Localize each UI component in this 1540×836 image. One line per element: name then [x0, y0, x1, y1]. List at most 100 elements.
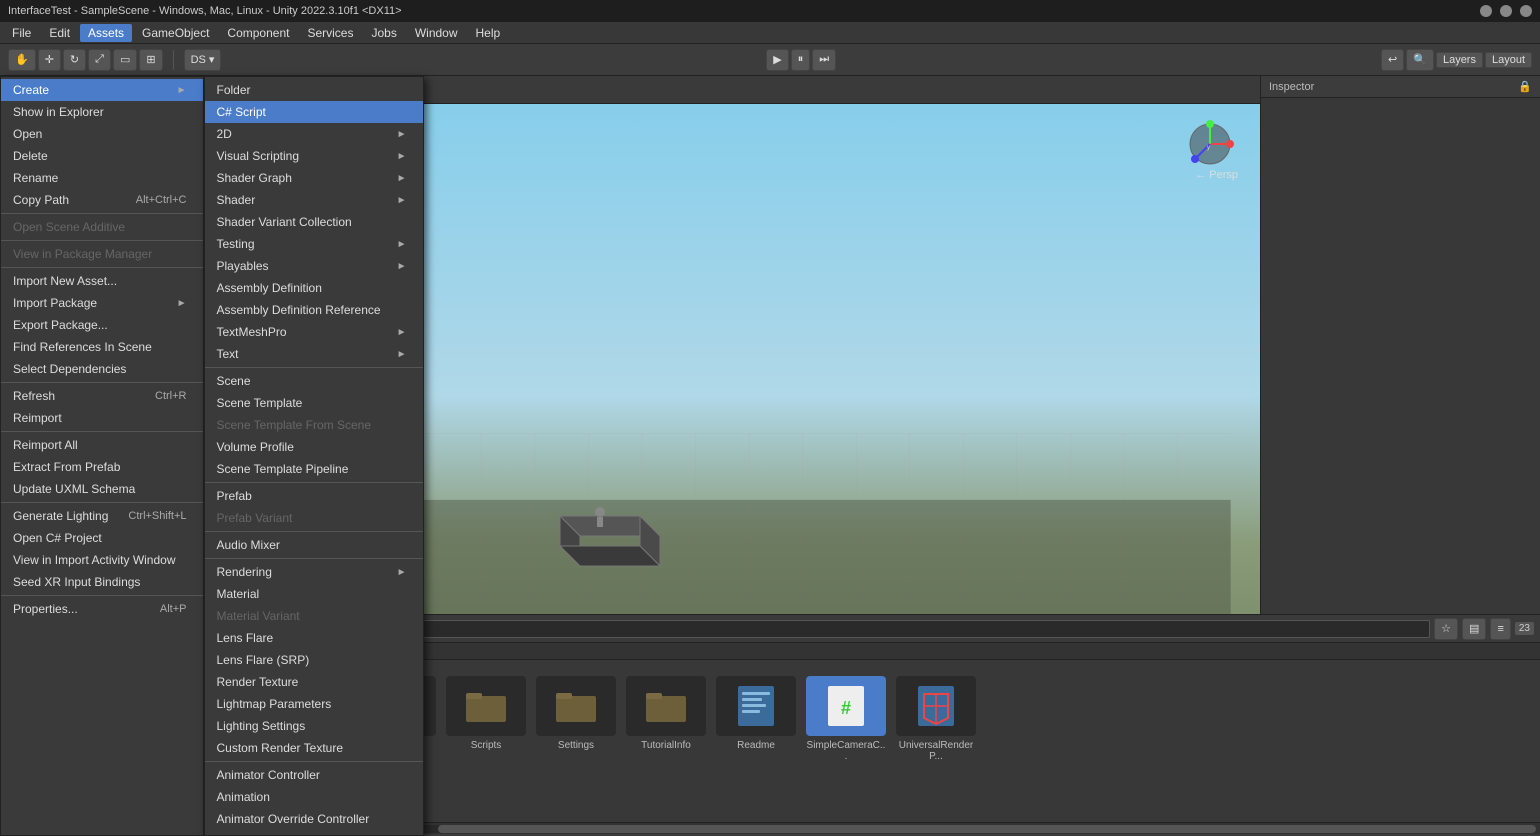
csharp-svg: # [824, 684, 868, 728]
ctx-seed-xr[interactable]: Seed XR Input Bindings [1, 571, 203, 593]
create-textmeshpro[interactable]: TextMeshPro ► [205, 321, 423, 343]
create-textmeshpro-label: TextMeshPro [217, 325, 287, 339]
ctx-select-deps[interactable]: Select Dependencies [1, 358, 203, 380]
create-testing[interactable]: Testing ► [205, 233, 423, 255]
create-volume-profile[interactable]: Volume Profile [205, 436, 423, 458]
create-audio-mixer[interactable]: Audio Mixer [205, 534, 423, 556]
layers-dropdown[interactable]: Layers [1436, 52, 1483, 68]
create-csharp[interactable]: C# Script [205, 101, 423, 123]
create-rendering[interactable]: Rendering ► [205, 561, 423, 583]
menu-help[interactable]: Help [468, 24, 509, 42]
play-button[interactable]: ▶ [766, 49, 788, 71]
minimize-btn[interactable] [1480, 5, 1492, 17]
asset-item-readme[interactable]: Readme [716, 676, 796, 762]
ctx-properties[interactable]: Properties... Alt+P [1, 598, 203, 620]
create-shader-graph[interactable]: Shader Graph ► [205, 167, 423, 189]
menu-gameobject[interactable]: GameObject [134, 24, 217, 42]
menu-services[interactable]: Services [299, 24, 361, 42]
ctx-create[interactable]: Create ► [1, 79, 203, 101]
menu-file[interactable]: File [4, 24, 39, 42]
asset-item-scripts-folder[interactable]: Scripts [446, 676, 526, 762]
create-avatar-mask[interactable]: Avatar Mask [205, 830, 423, 836]
menu-component[interactable]: Component [219, 24, 297, 42]
create-animator-override[interactable]: Animator Override Controller [205, 808, 423, 830]
inspector-lock[interactable]: 🔒 [1518, 80, 1532, 93]
ctx-gen-lighting-shortcut: Ctrl+Shift+L [128, 510, 186, 522]
move-tool[interactable]: ✛ [38, 49, 61, 71]
create-playables[interactable]: Playables ► [205, 255, 423, 277]
ctx-extract-prefab[interactable]: Extract From Prefab [1, 456, 203, 478]
layout-dropdown[interactable]: Layout [1485, 52, 1532, 68]
create-prefab-variant-label: Prefab Variant [217, 511, 293, 525]
ctx-import-new[interactable]: Import New Asset... [1, 270, 203, 292]
ctx-find-refs[interactable]: Find References In Scene [1, 336, 203, 358]
create-assembly-def-ref[interactable]: Assembly Definition Reference [205, 299, 423, 321]
create-material-variant-label: Material Variant [217, 609, 300, 623]
ctx-refresh[interactable]: Refresh Ctrl+R [1, 385, 203, 407]
create-2d[interactable]: 2D ► [205, 123, 423, 145]
ctx-view-import[interactable]: View in Import Activity Window [1, 549, 203, 571]
create-lens-flare[interactable]: Lens Flare [205, 627, 423, 649]
scale-tool[interactable]: ⤢ [88, 49, 111, 71]
asset-type-btn[interactable]: ▤ [1462, 618, 1486, 640]
search-btn[interactable]: 🔍 [1406, 49, 1434, 71]
asset-filter-btn[interactable]: ☆ [1434, 618, 1458, 640]
create-assembly-def[interactable]: Assembly Definition [205, 277, 423, 299]
menu-window[interactable]: Window [407, 24, 466, 42]
create-material[interactable]: Material [205, 583, 423, 605]
ctx-reimport-all[interactable]: Reimport All [1, 434, 203, 456]
close-btn[interactable] [1520, 5, 1532, 17]
asset-item-settings-folder[interactable]: Settings [536, 676, 616, 762]
menu-jobs[interactable]: Jobs [363, 24, 404, 42]
pause-button[interactable]: ⏸ [791, 49, 811, 71]
create-render-texture[interactable]: Render Texture [205, 671, 423, 693]
ctx-reimport[interactable]: Reimport [1, 407, 203, 429]
undo-btn[interactable]: ↩ [1381, 49, 1404, 71]
asset-item-tutorial-folder[interactable]: TutorialInfo [626, 676, 706, 762]
ctx-copy-path-shortcut: Alt+Ctrl+C [136, 194, 187, 206]
create-visual-scripting[interactable]: Visual Scripting ► [205, 145, 423, 167]
create-shader-variant[interactable]: Shader Variant Collection [205, 211, 423, 233]
create-lighting-settings[interactable]: Lighting Settings [205, 715, 423, 737]
create-vs-arrow: ► [397, 151, 407, 162]
ctx-open-additive: Open Scene Additive [1, 216, 203, 238]
rotate-tool[interactable]: ↻ [63, 49, 86, 71]
ctx-open[interactable]: Open [1, 123, 203, 145]
create-volume-profile-label: Volume Profile [217, 440, 294, 454]
create-shader[interactable]: Shader ► [205, 189, 423, 211]
asset-list-btn[interactable]: ≡ [1490, 618, 1510, 640]
ctx-delete[interactable]: Delete [1, 145, 203, 167]
maximize-btn[interactable] [1500, 5, 1512, 17]
transform-tool[interactable]: ⊞ [139, 49, 162, 71]
create-scene-template[interactable]: Scene Template [205, 392, 423, 414]
create-animation[interactable]: Animation [205, 786, 423, 808]
create-scene[interactable]: Scene [205, 370, 423, 392]
create-prefab[interactable]: Prefab [205, 485, 423, 507]
ctx-gen-lighting-label: Generate Lighting [13, 509, 108, 523]
create-sep-2 [205, 482, 423, 483]
ctx-import-pkg[interactable]: Import Package ► [1, 292, 203, 314]
hand-tool[interactable]: ✋ [8, 49, 36, 71]
ctx-show-explorer[interactable]: Show in Explorer [1, 101, 203, 123]
ctx-open-csharp[interactable]: Open C# Project [1, 527, 203, 549]
ds-dropdown[interactable]: DS ▾ [184, 49, 222, 71]
ctx-copy-path[interactable]: Copy Path Alt+Ctrl+C [1, 189, 203, 211]
rect-tool[interactable]: ▭ [113, 49, 137, 71]
asset-item-urp[interactable]: UniversalRenderP... [896, 676, 976, 762]
create-folder[interactable]: Folder [205, 79, 423, 101]
create-text[interactable]: Text ► [205, 343, 423, 365]
create-scene-template-pipeline[interactable]: Scene Template Pipeline [205, 458, 423, 480]
asset-item-simplecamera[interactable]: # SimpleCameraC... [806, 676, 886, 762]
menu-edit[interactable]: Edit [41, 24, 78, 42]
create-animator-controller[interactable]: Animator Controller [205, 764, 423, 786]
menu-assets[interactable]: Assets [80, 24, 132, 42]
ctx-gen-lighting[interactable]: Generate Lighting Ctrl+Shift+L [1, 505, 203, 527]
ctx-import-new-label: Import New Asset... [13, 274, 117, 288]
step-button[interactable]: ⏭ [812, 49, 836, 71]
ctx-rename[interactable]: Rename [1, 167, 203, 189]
create-custom-render-texture[interactable]: Custom Render Texture [205, 737, 423, 759]
create-lens-flare-srp[interactable]: Lens Flare (SRP) [205, 649, 423, 671]
ctx-update-uxml[interactable]: Update UXML Schema [1, 478, 203, 500]
ctx-export-pkg[interactable]: Export Package... [1, 314, 203, 336]
create-lightmap-params[interactable]: Lightmap Parameters [205, 693, 423, 715]
